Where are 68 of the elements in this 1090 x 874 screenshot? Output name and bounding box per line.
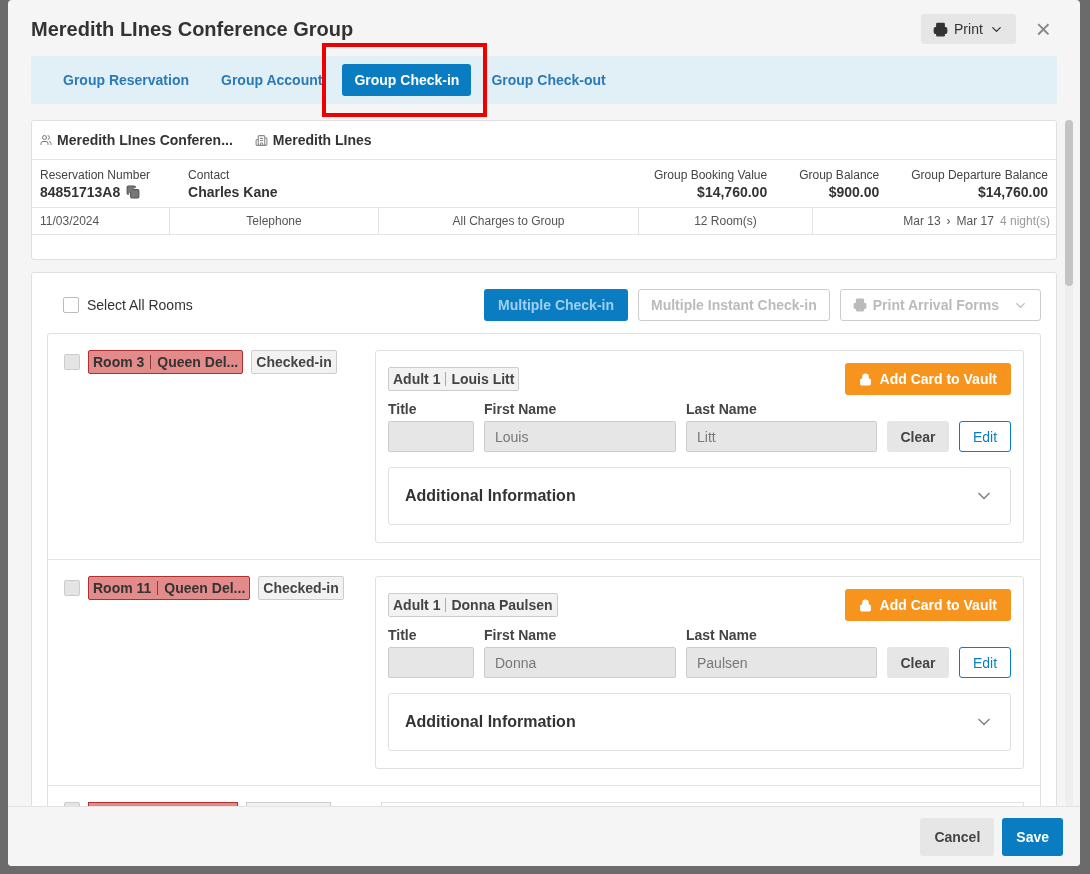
arrival-date: Mar 13 — [903, 214, 941, 228]
last-name-field[interactable]: Litt — [686, 421, 877, 452]
tab[interactable]: Group Account — [209, 64, 335, 96]
nights-count: 4 night(s) — [999, 214, 1050, 228]
scrollbar[interactable] — [1065, 120, 1073, 806]
tab[interactable]: Group Check-out — [479, 64, 618, 96]
close-button[interactable]: × — [1029, 18, 1057, 40]
print-button[interactable]: Print — [921, 14, 1016, 44]
room-tag: Room 11 Queen Del... — [88, 576, 251, 600]
total-value: $14,760.00 — [697, 184, 768, 200]
detail-cell: 12 Room(s) — [638, 208, 812, 234]
edit-button[interactable]: Edit — [959, 647, 1011, 678]
field-label: First Name — [484, 627, 558, 643]
detail-cell-text: 11/03/2024 — [39, 213, 101, 230]
clear-button[interactable]: Clear — [887, 421, 949, 452]
detail-cell: All Charges to Group — [378, 208, 638, 234]
last-name-field[interactable]: Paulsen — [686, 647, 877, 678]
field-label: Title — [388, 401, 418, 417]
first-name-field[interactable]: Donna — [484, 647, 676, 678]
departure-date: Mar 17 — [956, 214, 994, 228]
title-field[interactable] — [388, 421, 474, 452]
total-label: Group Booking Value — [654, 168, 768, 182]
field-value: Charles Kane — [188, 184, 278, 200]
edit-button[interactable]: Edit — [959, 421, 1011, 452]
title-field[interactable] — [388, 647, 474, 678]
checkbox[interactable] — [64, 354, 80, 370]
lock-icon — [858, 598, 872, 612]
field-label: Contact — [188, 168, 230, 182]
status-tag: Checked-in — [258, 576, 344, 600]
field-label: Last Name — [686, 627, 758, 643]
additional-info-toggle[interactable]: Additional Information — [388, 467, 1011, 525]
save-button[interactable]: Save — [1002, 817, 1063, 856]
detail-cell: Telephone — [169, 208, 378, 234]
tab[interactable]: Group Reservation — [51, 64, 202, 96]
add-card-button[interactable]: Add Card to Vault — [844, 363, 1011, 395]
total-label: Group Departure Balance — [911, 168, 1048, 182]
printer-icon — [852, 298, 867, 312]
field-label: First Name — [484, 401, 558, 417]
additional-info-toggle[interactable]: Additional Information — [388, 693, 1011, 751]
copy-icon[interactable] — [126, 185, 141, 199]
guest-tag: Adult 1 Donna Paulsen — [388, 593, 558, 617]
multiple-checkin-button[interactable]: Multiple Check-in — [484, 289, 628, 321]
cancel-button[interactable]: Cancel — [920, 817, 995, 856]
tab[interactable]: Group Check-in — [342, 64, 472, 96]
checkbox[interactable] — [63, 297, 79, 313]
people-icon — [40, 134, 52, 146]
group-name: Meredith LInes Conferen... — [40, 132, 233, 148]
clear-button[interactable]: Clear — [887, 647, 949, 678]
printer-icon — [933, 21, 948, 37]
first-name-field[interactable]: Louis — [484, 421, 676, 452]
checkbox-label: Select All Rooms — [87, 297, 193, 313]
lock-icon — [858, 372, 872, 386]
dialog-title: Meredith LInes Conference Group — [31, 17, 354, 41]
total-value: $14,760.00 — [977, 184, 1048, 200]
arrow-glyph: › — [946, 214, 951, 228]
field-label: Last Name — [686, 401, 758, 417]
field-value: 84851713A8 — [40, 184, 121, 200]
add-card-button[interactable]: Add Card to Vault — [844, 589, 1011, 621]
total-label: Group Balance — [799, 168, 880, 182]
guest-tag: Adult 1 Louis Litt — [388, 367, 520, 391]
company-name: Meredith LInes — [254, 132, 372, 148]
total-value: $900.00 — [828, 184, 880, 200]
room-tag: Room 3 Queen Del... — [88, 350, 244, 374]
field-label: Title — [388, 627, 418, 643]
building-icon — [254, 133, 268, 147]
checkbox[interactable] — [64, 580, 80, 596]
field-label: Reservation Number — [40, 168, 151, 182]
status-tag: Checked-in — [251, 350, 337, 374]
